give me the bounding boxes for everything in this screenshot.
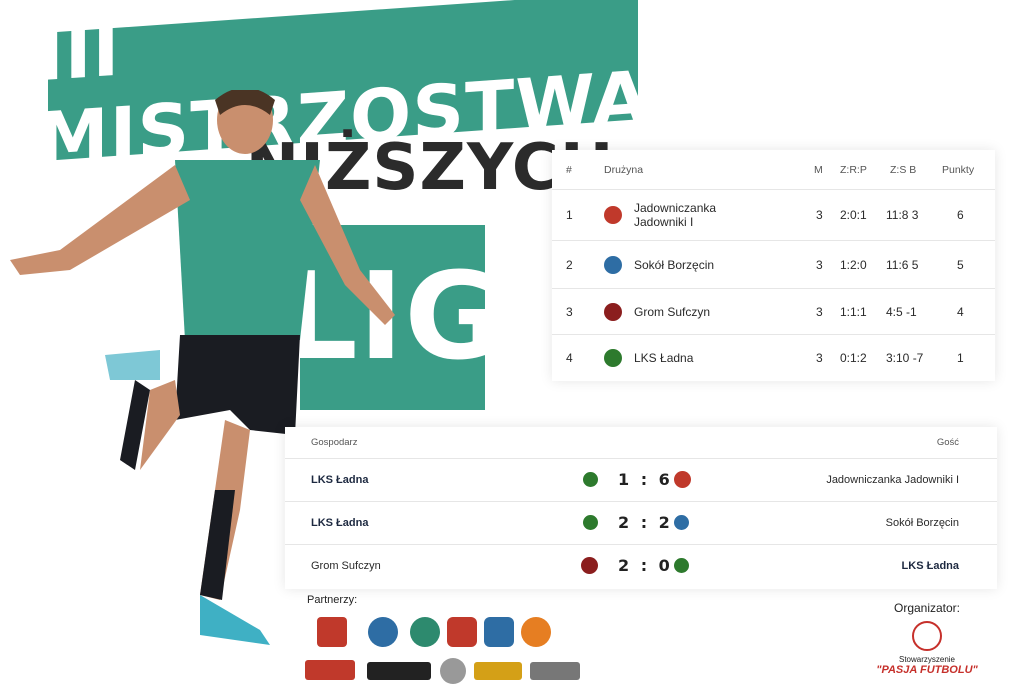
points-cell: 1 [957, 351, 964, 365]
table-row[interactable]: 4 LKS Ładna 3 0:1:2 3:10 -7 1 [552, 335, 995, 381]
matches-cell: 3 [816, 351, 823, 365]
home-header: Gospodarz [311, 437, 358, 448]
zrp-cell: 2:0:1 [840, 208, 867, 222]
organizer-label: Organizator: [893, 601, 961, 615]
standings-table: # Drużyna M Z:R:P Z:S B Punkty 1 Jadowni… [552, 150, 995, 381]
match-row[interactable]: Grom Sufczyn 2 : 0 LKS Ładna [285, 545, 997, 588]
partner-logo-icon[interactable] [530, 662, 580, 680]
away-header: Gość [936, 437, 959, 448]
pos-cell: 2 [566, 257, 573, 272]
away-crest-icon [674, 471, 691, 488]
zsb-cell: 4:5 -1 [886, 304, 917, 319]
team-name[interactable]: Grom Sufczyn [634, 305, 710, 319]
col-pos-header: # [566, 163, 572, 176]
team-crest-icon [604, 349, 622, 367]
standings-header: # Drużyna M Z:R:P Z:S B Punkty [552, 150, 995, 190]
partner-logo-icon[interactable] [447, 617, 477, 647]
match-score: 1 : 6 [618, 470, 673, 489]
partner-logo-icon[interactable] [410, 617, 440, 647]
away-team[interactable]: Sokół Borzęcin [886, 517, 959, 529]
organizer-logo-icon [912, 621, 942, 651]
points-cell: 4 [957, 304, 964, 319]
col-team-header: Drużyna [604, 163, 644, 176]
results-header: Gospodarz Gość [285, 427, 997, 459]
home-crest-icon [583, 472, 598, 487]
home-crest-icon [581, 557, 598, 574]
team-crest-icon [604, 255, 622, 274]
matches-cell: 3 [816, 304, 823, 319]
team-crest-icon [604, 206, 622, 224]
partner-logo-icon[interactable] [521, 617, 551, 647]
matches-cell: 3 [816, 208, 823, 222]
zrp-cell: 0:1:2 [840, 351, 867, 365]
away-crest-icon [674, 558, 689, 573]
partners-label: Partnerzy: [307, 594, 358, 606]
away-team[interactable]: Jadowniczanka Jadowniki I [826, 474, 959, 486]
col-zrp-header: Z:R:P [840, 163, 867, 176]
match-score: 2 : 2 [618, 513, 673, 532]
match-results: Gospodarz Gość LKS Ładna 1 : 6 Jadownicz… [285, 427, 997, 589]
partner-logo-icon[interactable] [484, 617, 514, 647]
team-crest-icon [604, 302, 622, 321]
match-score: 2 : 0 [618, 556, 673, 575]
table-row[interactable]: 2 Sokół Borzęcin 3 1:2:0 11:6 5 5 [552, 241, 995, 289]
organizer-sub: Stowarzyszenie [898, 655, 956, 664]
away-crest-icon [674, 515, 689, 530]
partner-logo-icon[interactable] [367, 662, 431, 680]
zsb-cell: 11:8 3 [886, 208, 919, 222]
partner-logo-icon[interactable] [317, 617, 347, 647]
points-cell: 6 [957, 208, 964, 222]
points-cell: 5 [957, 257, 964, 272]
organizer-name: "PASJA FUTBOLU" [876, 664, 978, 676]
partner-logo-icon[interactable] [474, 662, 522, 680]
pos-cell: 3 [566, 304, 573, 319]
table-row[interactable]: 3 Grom Sufczyn 3 1:1:1 4:5 -1 4 [552, 289, 995, 335]
match-row[interactable]: LKS Ładna 2 : 2 Sokół Borzęcin [285, 502, 997, 545]
home-team[interactable]: Grom Sufczyn [311, 560, 381, 572]
home-team[interactable]: LKS Ładna [311, 517, 368, 529]
zsb-cell: 11:6 5 [886, 257, 919, 272]
matches-cell: 3 [816, 257, 823, 272]
team-name[interactable]: Jadowniczanka Jadowniki I [634, 201, 744, 229]
col-zsb-header: Z:S B [890, 163, 917, 176]
home-team[interactable]: LKS Ładna [311, 474, 368, 486]
away-team[interactable]: LKS Ładna [902, 560, 959, 572]
partner-logo-icon[interactable] [368, 617, 398, 647]
home-crest-icon [583, 515, 598, 530]
zsb-cell: 3:10 -7 [886, 351, 924, 365]
pos-cell: 1 [566, 208, 573, 222]
match-row[interactable]: LKS Ładna 1 : 6 Jadowniczanka Jadowniki … [285, 459, 997, 502]
partner-logo-icon[interactable] [305, 660, 355, 680]
pos-cell: 4 [566, 351, 573, 365]
table-row[interactable]: 1 Jadowniczanka Jadowniki I 3 2:0:1 11:8… [552, 190, 995, 241]
team-name[interactable]: Sokół Borzęcin [634, 258, 714, 272]
zrp-cell: 1:2:0 [840, 257, 867, 272]
col-m-header: M [814, 163, 823, 176]
organizer-block: Organizator: Stowarzyszenie "PASJA FUTBO… [872, 601, 982, 676]
col-pts-header: Punkty [942, 163, 975, 176]
team-name[interactable]: LKS Ładna [634, 351, 693, 365]
zrp-cell: 1:1:1 [840, 304, 867, 319]
partner-logo-icon[interactable] [440, 658, 466, 684]
